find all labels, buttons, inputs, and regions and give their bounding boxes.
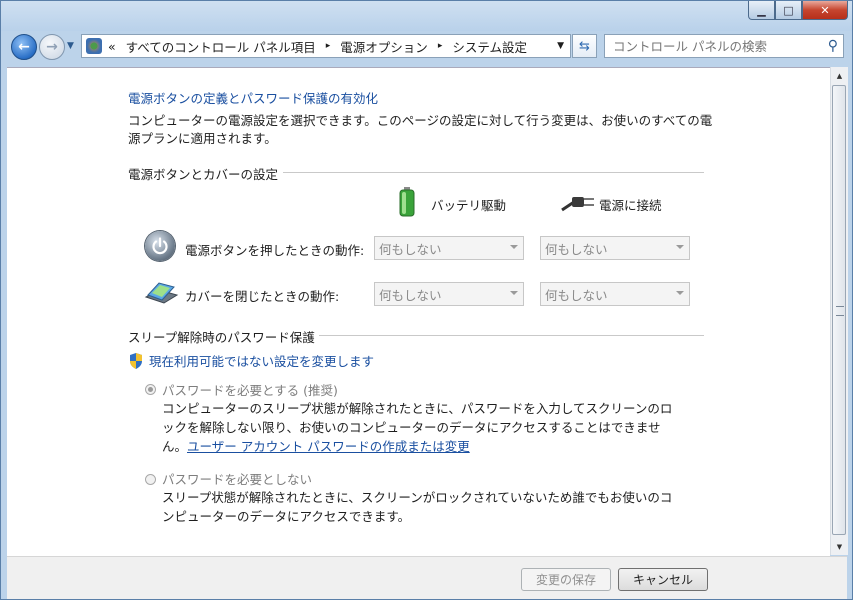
power-plug-icon <box>561 197 594 212</box>
address-overflow[interactable]: « <box>108 39 116 54</box>
section-divider <box>283 172 704 173</box>
page-intro: コンピューターの電源設定を選択できます。このページの設定に対して行う変更は、お使… <box>128 113 713 146</box>
forward-button[interactable]: → <box>39 34 65 60</box>
scrollbar-grip-icon <box>836 306 844 316</box>
change-settings-label: 現在利用可能ではない設定を変更します <box>149 354 375 369</box>
title-bar: ▁ □ ✕ <box>1 1 852 31</box>
vertical-scrollbar[interactable]: ▲ ▼ <box>830 67 848 555</box>
save-changes-button[interactable]: 変更の保存 <box>521 568 611 591</box>
battery-icon <box>399 187 415 217</box>
maximize-button[interactable]: □ <box>775 1 802 20</box>
power-section-title: 電源ボタンとカバーの設定 <box>128 167 279 182</box>
select-value: 何もしない <box>545 241 608 257</box>
search-box: ⚲ <box>604 34 844 58</box>
lid-close-battery-select[interactable]: 何もしない <box>374 282 524 306</box>
section-divider <box>319 335 704 336</box>
lid-close-action-label: カバーを閉じたときの動作: <box>185 289 340 304</box>
power-button-battery-select[interactable]: 何もしない <box>374 236 524 260</box>
user-account-password-link[interactable]: ユーザー アカウント パスワードの作成または変更 <box>187 439 470 454</box>
window-controls: ▁ □ ✕ <box>748 1 848 21</box>
breadcrumb-separator-icon[interactable]: ▸ <box>438 41 443 51</box>
breadcrumb-separator-icon[interactable]: ▸ <box>326 41 331 51</box>
scroll-down-icon[interactable]: ▼ <box>831 538 848 555</box>
require-password-label: パスワードを必要とする (推奨) <box>162 383 338 398</box>
chevron-down-icon <box>510 245 518 249</box>
scrollbar-thumb[interactable] <box>832 85 846 535</box>
refresh-button[interactable]: ⇆ <box>572 34 597 58</box>
minimize-button[interactable]: ▁ <box>748 1 775 20</box>
arrow-left-icon: ← <box>18 39 30 55</box>
breadcrumb-system-settings[interactable]: システム設定 <box>452 37 527 56</box>
chevron-down-icon <box>676 245 684 249</box>
select-value: 何もしない <box>545 287 608 303</box>
plugged-in-column-header: 電源に接続 <box>599 198 662 213</box>
control-panel-icon <box>86 38 102 54</box>
recent-pages-dropdown-icon[interactable]: ▼ <box>67 41 74 51</box>
power-button-icon <box>145 231 175 261</box>
page-title-link[interactable]: 電源ボタンの定義とパスワード保護の有効化 <box>128 88 378 107</box>
search-icon[interactable]: ⚲ <box>828 38 838 54</box>
breadcrumb-all-items[interactable]: すべてのコントロール パネル項目 <box>126 37 316 56</box>
close-button[interactable]: ✕ <box>802 1 848 20</box>
arrow-right-icon: → <box>46 39 58 55</box>
scroll-up-icon[interactable]: ▲ <box>831 67 848 84</box>
power-button-action-label: 電源ボタンを押したときの動作: <box>185 243 365 258</box>
change-unavailable-settings-link[interactable]: 現在利用可能ではない設定を変更します <box>129 351 374 370</box>
control-panel-window: ▁ □ ✕ ← → ▼ « すべてのコントロール パネル項目 ▸ 電源オプション… <box>0 0 853 600</box>
lid-close-plugged-select[interactable]: 何もしない <box>540 282 690 306</box>
breadcrumb-power-options[interactable]: 電源オプション <box>340 37 428 56</box>
cancel-button[interactable]: キャンセル <box>618 568 708 591</box>
password-section-title: スリープ解除時のパスワード保護 <box>128 330 315 345</box>
require-password-description: コンピューターのスリープ状態が解除されたときに、パスワードを入力してスクリーンの… <box>162 399 682 456</box>
address-dropdown-icon[interactable]: ▼ <box>557 41 564 51</box>
select-value: 何もしない <box>379 287 442 303</box>
navigation-toolbar: ← → ▼ « すべてのコントロール パネル項目 ▸ 電源オプション ▸ システ… <box>1 31 852 65</box>
footer-bar: 変更の保存 キャンセル <box>7 556 847 599</box>
address-bar[interactable]: « すべてのコントロール パネル項目 ▸ 電源オプション ▸ システム設定 ▼ <box>81 34 571 58</box>
back-button[interactable]: ← <box>11 34 37 60</box>
battery-column-header: バッテリ駆動 <box>431 198 507 213</box>
uac-shield-icon <box>130 352 142 369</box>
select-value: 何もしない <box>379 241 442 257</box>
power-button-plugged-select[interactable]: 何もしない <box>540 236 690 260</box>
no-password-label: パスワードを必要としない <box>162 472 313 487</box>
require-password-radio[interactable] <box>145 384 156 395</box>
search-input[interactable] <box>611 35 815 57</box>
no-password-radio[interactable] <box>145 474 156 485</box>
refresh-icon: ⇆ <box>579 38 590 54</box>
laptop-lid-icon <box>144 282 179 304</box>
no-password-description: スリープ状態が解除されたときに、スクリーンがロックされていないため誰でもお使いの… <box>162 490 673 524</box>
chevron-down-icon <box>676 291 684 295</box>
chevron-down-icon <box>510 291 518 295</box>
